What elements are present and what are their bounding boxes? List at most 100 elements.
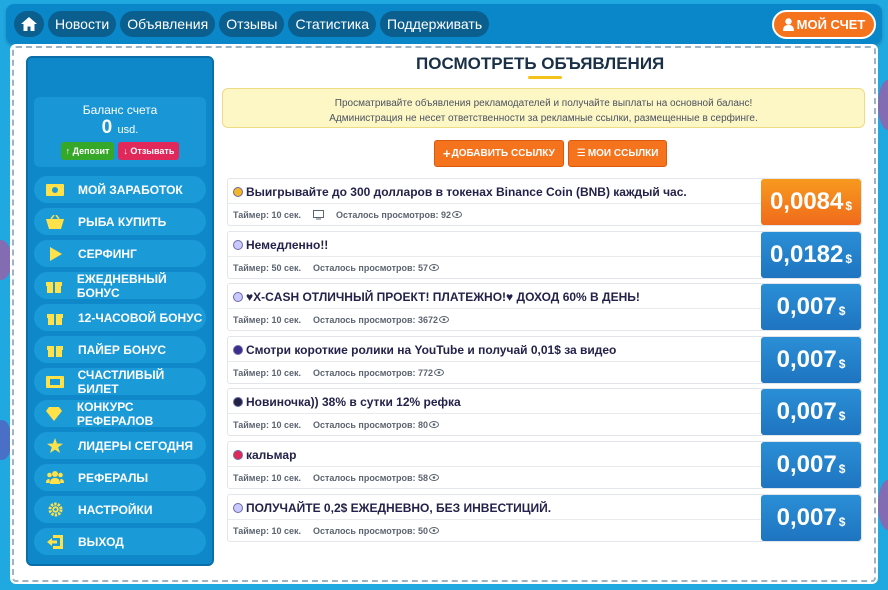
ad-title[interactable]: Смотри короткие ролики на YouTube и полу…: [233, 343, 616, 357]
my-account-button[interactable]: МОЙ СЧЕТ: [772, 10, 876, 39]
sidebar-item-label: РЫБА КУПИТЬ: [78, 214, 167, 229]
ad-price-button[interactable]: 0,007 $: [761, 441, 861, 488]
ad-title[interactable]: Новиночка)) 38% в сутки 12% рефка: [233, 395, 461, 409]
action-buttons: + ДОБАВИТЬ ССЫЛКУ ☰ МОИ ССЫЛКИ: [434, 140, 668, 167]
sidebar-item-logout[interactable]: ВЫХОД: [34, 528, 206, 555]
nav-statistics[interactable]: Статистика: [288, 11, 377, 37]
ad-divider: [228, 308, 761, 310]
sidebar: Баланс счета 0 usd. ↑ Депозит ↓ Отзывать…: [26, 56, 214, 566]
ad-meta: Таймер: 10 сек. Осталось просмотров: 92: [233, 210, 463, 222]
sidebar-item-referral-contest[interactable]: КОНКУРС РЕФЕРАЛОВ: [34, 400, 206, 428]
favicon-icon: [233, 502, 243, 513]
ad-timer: Таймер: 50 сек.: [233, 262, 301, 273]
ad-price-button[interactable]: 0,007 $: [761, 389, 861, 436]
notice-banner: Просматривайте объявления рекламодателей…: [222, 88, 865, 128]
page-title: ПОСМОТРЕТЬ ОБЪЯВЛЕНИЯ: [416, 54, 665, 73]
ad-price-currency: $: [838, 461, 846, 476]
ad-row[interactable]: Выигрывайте до 300 долларов в токенах Bi…: [227, 178, 862, 226]
home-button[interactable]: [14, 11, 44, 37]
ad-price-currency: $: [838, 409, 846, 424]
sidebar-item-buy-fish[interactable]: РЫБА КУПИТЬ: [34, 208, 206, 235]
sidebar-item-label: НАСТРОЙКИ: [78, 502, 153, 517]
ad-meta: Таймер: 10 сек. Осталось просмотров: 772: [233, 367, 445, 378]
gift-icon: [44, 342, 66, 357]
add-link-button[interactable]: + ДОБАВИТЬ ССЫЛКУ: [434, 140, 564, 167]
ad-price-button[interactable]: 0,0182 $: [761, 231, 861, 278]
nav-news[interactable]: Новости: [48, 11, 117, 37]
my-links-button[interactable]: ☰ МОИ ССЫЛКИ: [567, 140, 668, 167]
ad-timer: Таймер: 10 сек.: [233, 525, 301, 536]
ad-views-text: Осталось просмотров: 80: [313, 420, 429, 431]
ad-price-value: 0,007: [776, 503, 837, 531]
ad-meta: Таймер: 10 сек. Осталось просмотров: 58: [233, 472, 440, 483]
my-account-label: МОЙ СЧЕТ: [796, 17, 866, 32]
background-decoration: [878, 80, 888, 130]
eye-icon: [428, 526, 440, 536]
ticket-icon: [44, 375, 66, 388]
play-icon: [44, 246, 66, 261]
ad-title-text: Смотри короткие ролики на YouTube и полу…: [246, 342, 617, 357]
ad-row[interactable]: кальмар Таймер: 10 сек. Осталось просмотро…: [227, 440, 862, 489]
sidebar-item-label: МОЙ ЗАРАБОТОК: [78, 182, 183, 197]
top-navbar: Новости Объявления Отзывы Статистика Под…: [6, 4, 882, 44]
eye-icon: [428, 420, 440, 430]
ad-title[interactable]: Немедленно!!: [233, 238, 328, 252]
ad-divider: [228, 518, 761, 520]
ad-row[interactable]: ♥X-CASH ОТЛИЧНЫЙ ПРОЕКТ! ПЛАТЕЖНО!♥ ДОХО…: [227, 283, 862, 332]
sidebar-item-settings[interactable]: НАСТРОЙКИ: [34, 496, 206, 523]
my-links-label: МОИ ССЫЛКИ: [587, 148, 659, 159]
diamond-icon: [44, 406, 65, 421]
ad-price-button[interactable]: 0,007 $: [761, 494, 861, 541]
ad-meta: Таймер: 10 сек. Осталось просмотров: 80: [233, 420, 440, 431]
ad-price-button[interactable]: 0,007 $: [761, 336, 861, 383]
sidebar-item-referrals[interactable]: РЕФЕРАЛЫ: [34, 464, 206, 491]
ad-title-text: ПОЛУЧАЙТЕ 0,2$ ЕЖЕДНЕВНО, БЕЗ ИНВЕСТИЦИЙ…: [246, 500, 552, 515]
nav-ads[interactable]: Объявления: [120, 11, 216, 37]
ad-row[interactable]: ПОЛУЧАЙТЕ 0,2$ ЕЖЕДНЕВНО, БЕЗ ИНВЕСТИЦИЙ…: [227, 493, 862, 542]
ad-price-value: 0,0084: [769, 188, 844, 215]
ad-title-text: Выигрывайте до 300 долларов в токенах Bi…: [246, 185, 687, 199]
ad-views-text: Осталось просмотров: 772: [313, 367, 434, 378]
withdraw-button[interactable]: ↓ Отзывать: [118, 142, 180, 160]
ad-divider: [228, 413, 761, 415]
ad-row[interactable]: Немедленно!! Таймер: 50 сек. Осталось прос…: [227, 230, 862, 279]
ad-title[interactable]: кальмар: [233, 448, 296, 462]
ad-row[interactable]: Новиночка)) 38% в сутки 12% рефка Таймер:…: [227, 388, 862, 437]
sidebar-item-12h-bonus[interactable]: 12-ЧАСОВОЙ БОНУС: [34, 304, 206, 331]
ad-timer: Таймер: 10 сек.: [233, 315, 301, 326]
plus-icon: +: [443, 146, 451, 161]
ad-title[interactable]: ПОЛУЧАЙТЕ 0,2$ ЕЖЕДНЕВНО, БЕЗ ИНВЕСТИЦИЙ…: [233, 501, 551, 515]
ad-price-button[interactable]: 0,007 $: [761, 284, 861, 331]
ad-divider: [228, 360, 761, 362]
arrow-down-icon: ↓: [123, 146, 128, 156]
sidebar-item-surfing[interactable]: СЕРФИНГ: [34, 240, 206, 267]
sidebar-item-lucky-ticket[interactable]: СЧАСТЛИВЫЙ БИЛЕТ: [34, 368, 206, 396]
sidebar-item-label: ЛИДЕРЫ СЕГОДНЯ: [78, 438, 194, 453]
ad-timer: Таймер: 10 сек.: [233, 472, 301, 483]
deposit-button[interactable]: ↑ Депозит: [60, 142, 115, 160]
ad-price-button[interactable]: 0,0084 $: [761, 179, 861, 225]
ad-views-text: Осталось просмотров: 58: [313, 472, 429, 483]
arrow-up-icon: ↑: [65, 146, 71, 156]
ad-price-value: 0,0182: [769, 240, 844, 268]
ad-title-text: Новиночка)) 38% в сутки 12% рефка: [246, 395, 461, 410]
sidebar-item-leaders-today[interactable]: ЛИДЕРЫ СЕГОДНЯ: [34, 432, 206, 459]
nav-support[interactable]: Поддерживать: [380, 11, 490, 37]
nav-reviews[interactable]: Отзывы: [219, 11, 285, 37]
sidebar-item-earnings[interactable]: МОЙ ЗАРАБОТОК: [34, 176, 206, 203]
ad-row[interactable]: Смотри короткие ролики на YouTube и полу…: [227, 335, 862, 384]
ad-views-remaining: Осталось просмотров: 3672: [313, 315, 450, 325]
ad-price-value: 0,007: [776, 293, 837, 321]
ad-title[interactable]: ♥X-CASH ОТЛИЧНЫЙ ПРОЕКТ! ПЛАТЕЖНО!♥ ДОХО…: [233, 290, 640, 304]
sidebar-item-label: СЕРФИНГ: [78, 246, 137, 261]
ad-timer: Таймер: 10 сек.: [233, 420, 301, 431]
ad-price-value: 0,007: [776, 345, 837, 373]
sidebar-item-daily-bonus[interactable]: ЕЖЕДНЕВНЫЙ БОНУС: [34, 272, 206, 300]
basket-icon: [44, 214, 66, 229]
sidebar-item-payeer-bonus[interactable]: ПАЙЕР БОНУС: [34, 336, 206, 363]
favicon-icon: [233, 239, 243, 250]
ad-title[interactable]: Выигрывайте до 300 долларов в токенах Bi…: [233, 185, 687, 199]
ad-views-text: Осталось просмотров: 92: [336, 210, 452, 220]
ad-views-remaining: Осталось просмотров: 57: [313, 263, 440, 273]
sidebar-item-label: ПАЙЕР БОНУС: [78, 342, 167, 357]
